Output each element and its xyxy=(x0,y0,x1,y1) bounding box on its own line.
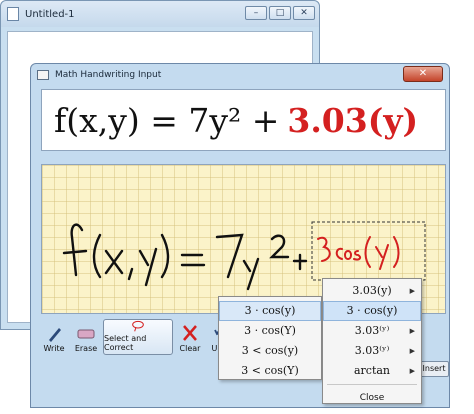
math-input-titlebar[interactable]: Math Handwriting Input xyxy=(31,64,449,86)
write-button[interactable]: Write xyxy=(39,319,69,355)
alternate-item[interactable]: 3 · cos(Y) xyxy=(219,321,321,341)
ink-x xyxy=(104,249,124,275)
correction-item[interactable]: 3.03⁽ʸ⁾ ▶ xyxy=(323,321,421,341)
clear-label: Clear xyxy=(179,344,201,353)
close-button[interactable]: ✕ xyxy=(293,6,315,20)
correction-item-label: arctan xyxy=(353,364,391,377)
alternates-submenu: 3 · cos(y) 3 · cos(Y) 3 < cos(y) 3 < cos… xyxy=(218,296,322,380)
correction-item-label: 3 · cos(y) xyxy=(346,304,398,317)
correction-menu: 3.03(y) ▶ 3 · cos(y) 3.03⁽ʸ⁾ ▶ 3.03⁽ʸ⁾ ▶… xyxy=(322,278,422,404)
ink-correction-three xyxy=(317,236,331,262)
correction-item[interactable]: 3.03(y) ▶ xyxy=(323,281,421,301)
preview-correction: 3.03(y) xyxy=(287,100,419,140)
ink-open-paren xyxy=(92,233,102,279)
alternate-item[interactable]: 3 < cos(Y) xyxy=(219,361,321,381)
submenu-arrow-icon: ▶ xyxy=(409,367,415,375)
window-controls: – □ ✕ xyxy=(245,6,315,20)
select-correct-button[interactable]: Select and Correct xyxy=(103,319,173,355)
math-panel-icon xyxy=(37,70,49,80)
untitled-title: Untitled-1 xyxy=(25,8,75,20)
ink-y xyxy=(138,247,158,287)
submenu-arrow-icon: ▶ xyxy=(409,347,415,355)
ink-plus xyxy=(292,253,308,271)
eraser-icon xyxy=(77,329,95,339)
close-icon[interactable]: ✕ xyxy=(403,66,443,82)
ink-two xyxy=(269,234,290,259)
pen-icon xyxy=(49,328,61,342)
erase-button[interactable]: Erase xyxy=(71,319,101,355)
correction-item[interactable]: 3.03⁽ʸ⁾ ▶ xyxy=(323,341,421,361)
toolbar: Write Erase Select and Correct Clear Und… xyxy=(39,319,237,359)
maximize-button[interactable]: □ xyxy=(269,6,291,20)
submenu-arrow-icon: ▶ xyxy=(409,327,415,335)
submenu-arrow-icon: ▶ xyxy=(409,287,415,295)
insert-button[interactable]: Insert xyxy=(419,361,449,377)
ink-close-paren xyxy=(160,233,170,279)
alternate-item[interactable]: 3 < cos(y) xyxy=(219,341,321,361)
ink-equals xyxy=(180,253,206,267)
document-icon xyxy=(7,7,19,21)
alternate-item[interactable]: 3 · cos(y) xyxy=(219,301,321,321)
correction-item-label: 3.03(y) xyxy=(352,284,392,297)
select-correct-label: Select and Correct xyxy=(104,334,147,352)
ink-comma xyxy=(127,267,134,281)
erase-label: Erase xyxy=(74,344,98,353)
menu-separator xyxy=(327,384,417,385)
menu-close-item[interactable]: Close xyxy=(323,388,421,408)
ink-y2 xyxy=(242,257,260,291)
ink-correction-paren xyxy=(364,236,400,270)
correction-item[interactable]: 3 · cos(y) xyxy=(323,301,421,321)
ink-seven xyxy=(215,233,244,279)
correction-item-label: 3.03⁽ʸ⁾ xyxy=(354,324,390,337)
recognized-preview: f(x,y) = 7y² + 3.03(y) xyxy=(41,89,446,151)
preview-expression: f(x,y) = 7y² + xyxy=(54,100,280,140)
correction-item[interactable]: arctan ▶ xyxy=(323,361,421,381)
clear-x-icon xyxy=(183,325,197,341)
lasso-icon xyxy=(132,320,144,332)
clear-button[interactable]: Clear xyxy=(175,319,205,355)
math-input-title: Math Handwriting Input xyxy=(55,70,162,80)
ink-f xyxy=(62,223,88,277)
minimize-button[interactable]: – xyxy=(245,6,267,20)
ink-correction-cos xyxy=(335,247,362,261)
correction-item-label: 3.03⁽ʸ⁾ xyxy=(354,344,390,357)
write-label: Write xyxy=(43,344,65,353)
